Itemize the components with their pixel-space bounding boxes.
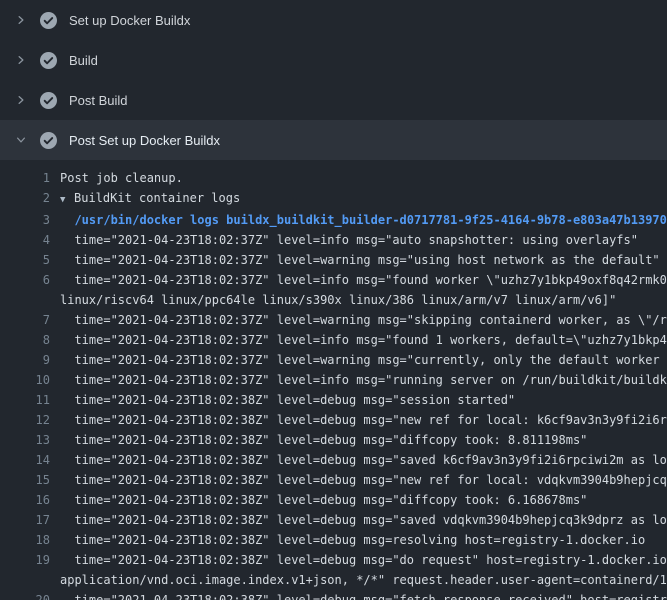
log-line: 13 time="2021-04-23T18:02:38Z" level=deb… — [0, 430, 667, 450]
log-line: 10 time="2021-04-23T18:02:37Z" level=inf… — [0, 370, 667, 390]
step-label: Set up Docker Buildx — [69, 13, 190, 28]
log-line: 18 time="2021-04-23T18:02:38Z" level=deb… — [0, 530, 667, 550]
log-line-text: time="2021-04-23T18:02:38Z" level=debug … — [50, 470, 667, 490]
log-line-text: linux/riscv64 linux/ppc64le linux/s390x … — [50, 290, 667, 310]
chevron-down-icon — [14, 133, 28, 147]
log-line-number[interactable]: 1 — [0, 168, 50, 188]
log-line-text: time="2021-04-23T18:02:37Z" level=warnin… — [50, 250, 667, 270]
step-label: Build — [69, 53, 98, 68]
step-label: Post Build — [69, 93, 128, 108]
log-line-number[interactable]: 2 — [0, 188, 50, 210]
log-line-text: time="2021-04-23T18:02:37Z" level=info m… — [50, 370, 667, 390]
log-line-number[interactable]: 10 — [0, 370, 50, 390]
log-line-text: time="2021-04-23T18:02:38Z" level=debug … — [50, 490, 667, 510]
log-line-number[interactable]: 3 — [0, 210, 50, 230]
check-circle-icon — [40, 92, 57, 109]
step-section-post-build[interactable]: Post Build — [0, 80, 667, 120]
log-line-number[interactable]: 14 — [0, 450, 50, 470]
log-line-text: time="2021-04-23T18:02:38Z" level=debug … — [50, 530, 667, 550]
log-line-text: time="2021-04-23T18:02:37Z" level=warnin… — [50, 350, 667, 370]
log-line-text: Post job cleanup. — [50, 168, 667, 188]
step-section-set-up-docker-buildx[interactable]: Set up Docker Buildx — [0, 0, 667, 40]
log-line: 8 time="2021-04-23T18:02:37Z" level=info… — [0, 330, 667, 350]
log-line-number[interactable]: 11 — [0, 390, 50, 410]
log-line: 19 time="2021-04-23T18:02:38Z" level=deb… — [0, 550, 667, 570]
log-line-text: time="2021-04-23T18:02:38Z" level=debug … — [50, 390, 667, 410]
log-line: 12 time="2021-04-23T18:02:38Z" level=deb… — [0, 410, 667, 430]
log-line-text: time="2021-04-23T18:02:38Z" level=debug … — [50, 450, 667, 470]
chevron-right-icon — [14, 93, 28, 107]
log-line-text: time="2021-04-23T18:02:38Z" level=debug … — [50, 430, 667, 450]
log-line-number[interactable]: 7 — [0, 310, 50, 330]
check-circle-icon — [40, 52, 57, 69]
log-line: 15 time="2021-04-23T18:02:38Z" level=deb… — [0, 470, 667, 490]
log-line: 3 /usr/bin/docker logs buildx_buildkit_b… — [0, 210, 667, 230]
log-line-number[interactable]: 20 — [0, 590, 50, 600]
step-section-post-set-up-docker-buildx[interactable]: Post Set up Docker Buildx — [0, 120, 667, 160]
log-line-number[interactable]: 18 — [0, 530, 50, 550]
check-circle-icon — [40, 132, 57, 149]
check-circle-icon — [40, 12, 57, 29]
log-line-text: /usr/bin/docker logs buildx_buildkit_bui… — [50, 210, 667, 230]
log-line-number[interactable] — [0, 290, 50, 310]
log-line-number[interactable]: 12 — [0, 410, 50, 430]
chevron-right-icon — [14, 13, 28, 27]
log-line: 1 Post job cleanup. — [0, 168, 667, 188]
log-line-number[interactable]: 16 — [0, 490, 50, 510]
log-line: 5 time="2021-04-23T18:02:37Z" level=warn… — [0, 250, 667, 270]
log-line-text: time="2021-04-23T18:02:38Z" level=debug … — [50, 510, 667, 530]
log-line: 11 time="2021-04-23T18:02:38Z" level=deb… — [0, 390, 667, 410]
workflow-log-viewer: Set up Docker Buildx Build Post Build Po… — [0, 0, 667, 600]
log-line-text: ▼BuildKit container logs — [50, 188, 667, 210]
log-line: 20 time="2021-04-23T18:02:38Z" level=deb… — [0, 590, 667, 600]
log-line-number[interactable]: 6 — [0, 270, 50, 290]
log-line: 9 time="2021-04-23T18:02:37Z" level=warn… — [0, 350, 667, 370]
log-line-text: application/vnd.oci.image.index.v1+json,… — [50, 570, 667, 590]
log-line-text: time="2021-04-23T18:02:38Z" level=debug … — [50, 410, 667, 430]
log-line-number[interactable]: 19 — [0, 550, 50, 570]
log-line: 7 time="2021-04-23T18:02:37Z" level=warn… — [0, 310, 667, 330]
log-line: 2 ▼BuildKit container logs — [0, 188, 667, 210]
log-line: 6 time="2021-04-23T18:02:37Z" level=info… — [0, 270, 667, 290]
log-line-text: time="2021-04-23T18:02:37Z" level=info m… — [50, 230, 667, 250]
log-group-caret-icon[interactable]: ▼ — [60, 190, 74, 210]
log-line-text: time="2021-04-23T18:02:37Z" level=info m… — [50, 270, 667, 290]
log-line-number[interactable]: 5 — [0, 250, 50, 270]
log-line-text: time="2021-04-23T18:02:38Z" level=debug … — [50, 590, 667, 600]
log-line: 14 time="2021-04-23T18:02:38Z" level=deb… — [0, 450, 667, 470]
log-line-text: time="2021-04-23T18:02:37Z" level=info m… — [50, 330, 667, 350]
log-lines: 1 Post job cleanup. 2 ▼BuildKit containe… — [0, 160, 667, 600]
log-line-number[interactable]: 13 — [0, 430, 50, 450]
log-line-text: time="2021-04-23T18:02:37Z" level=warnin… — [50, 310, 667, 330]
log-line: linux/riscv64 linux/ppc64le linux/s390x … — [0, 290, 667, 310]
log-line-number[interactable] — [0, 570, 50, 590]
log-line-number[interactable]: 9 — [0, 350, 50, 370]
log-line-text: time="2021-04-23T18:02:38Z" level=debug … — [50, 550, 667, 570]
log-line: 17 time="2021-04-23T18:02:38Z" level=deb… — [0, 510, 667, 530]
log-line-number[interactable]: 15 — [0, 470, 50, 490]
log-line-number[interactable]: 8 — [0, 330, 50, 350]
chevron-right-icon — [14, 53, 28, 67]
log-line: 16 time="2021-04-23T18:02:38Z" level=deb… — [0, 490, 667, 510]
log-line-number[interactable]: 17 — [0, 510, 50, 530]
log-line: 4 time="2021-04-23T18:02:37Z" level=info… — [0, 230, 667, 250]
log-line-number[interactable]: 4 — [0, 230, 50, 250]
log-line: application/vnd.oci.image.index.v1+json,… — [0, 570, 667, 590]
step-section-build[interactable]: Build — [0, 40, 667, 80]
step-label: Post Set up Docker Buildx — [69, 133, 220, 148]
